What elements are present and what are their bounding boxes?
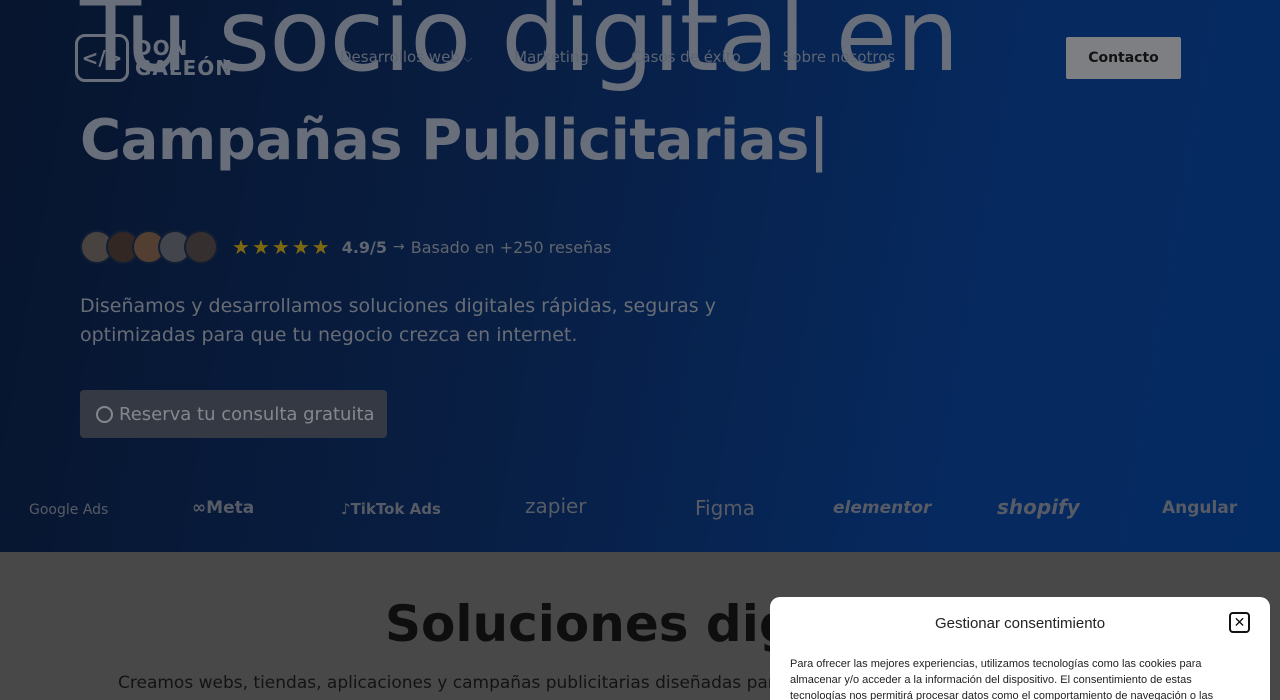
nav-item-label: Desarrollos web xyxy=(340,48,460,66)
brand-logo-zapier: zapier xyxy=(525,494,587,518)
avatar xyxy=(184,230,218,264)
brand-logo-google-ads: Google Ads xyxy=(29,502,109,518)
star-icon: ★ xyxy=(271,235,290,259)
hero-description: Diseñamos y desarrollamos soluciones dig… xyxy=(80,295,716,346)
brand-logo-figma: Figma xyxy=(695,496,756,520)
rating-value: 4.9/5 xyxy=(341,237,388,257)
consent-title: Gestionar consentimiento xyxy=(934,615,1106,632)
rating-stars: ★ ★ ★ ★ ★ xyxy=(232,235,330,259)
book-consultation-button[interactable]: Reserva tu consulta gratuita xyxy=(80,390,387,438)
star-icon: ★ xyxy=(291,235,310,259)
consent-text: Para ofrecer las mejores experiencias, u… xyxy=(790,658,1214,700)
brand-logos-strip: Google Ads ∞Meta ♪TikTok Ads zapier Figm… xyxy=(0,490,1280,530)
contact-button[interactable]: Contacto xyxy=(1066,37,1181,79)
hero-section: Tu socio digital en Campañas Publicitari… xyxy=(0,0,1280,552)
brand-logo-angular: Angular xyxy=(1162,498,1238,518)
nav-item-desarrollos-web[interactable]: Desarrollos web ⌵ xyxy=(340,48,472,66)
reviews-count: Basado en +250 reseñas xyxy=(410,237,612,257)
navbar: </> DON GALEÓN Desarrollos web ⌵ Marketin… xyxy=(0,30,1280,86)
logo[interactable]: </> DON GALEÓN xyxy=(75,34,233,82)
section-title: Soluciones digi xyxy=(385,595,812,653)
logo-text-line2: GALEÓN xyxy=(135,56,234,80)
reviews-summary: ★ ★ ★ ★ ★ 4.9/5 → Basado en +250 reseñas xyxy=(80,230,611,264)
star-icon: ★ xyxy=(232,235,250,259)
nav-item-marketing[interactable]: Marketing xyxy=(514,48,589,66)
brand-logo-shopify: shopify xyxy=(997,495,1080,519)
whatsapp-icon xyxy=(96,405,113,423)
logo-code-icon: </> xyxy=(75,34,129,82)
nav-links: Desarrollos web ⌵ Marketing Casos de éxit… xyxy=(340,48,937,66)
cta-label: Reserva tu consulta gratuita xyxy=(119,403,375,425)
brand-logo-tiktok-ads: ♪TikTok Ads xyxy=(341,500,441,518)
chevron-down-icon: ⌵ xyxy=(463,52,473,65)
consent-dialog: Gestionar consentimiento ✕ Para ofrecer … xyxy=(770,597,1270,700)
star-icon: ★ xyxy=(311,235,330,259)
logo-text-line1: DON xyxy=(135,36,189,60)
nav-item-casos-de-exito[interactable]: Casos de éxito xyxy=(631,48,741,66)
close-icon[interactable]: ✕ xyxy=(1229,612,1250,633)
hero-typed-line: Campañas Publicitarias| xyxy=(80,108,829,173)
brand-logo-elementor: elementor xyxy=(833,498,932,518)
nav-item-sobre-nosotros[interactable]: Sobre nosotros xyxy=(783,48,895,66)
arrow-right-icon: → xyxy=(393,239,405,255)
section-description: Creamos webs, tiendas, aplicaciones y ca… xyxy=(118,673,819,693)
reviewer-avatars xyxy=(80,230,218,264)
brand-logo-meta: ∞Meta xyxy=(192,498,255,518)
star-icon: ★ xyxy=(251,235,270,259)
